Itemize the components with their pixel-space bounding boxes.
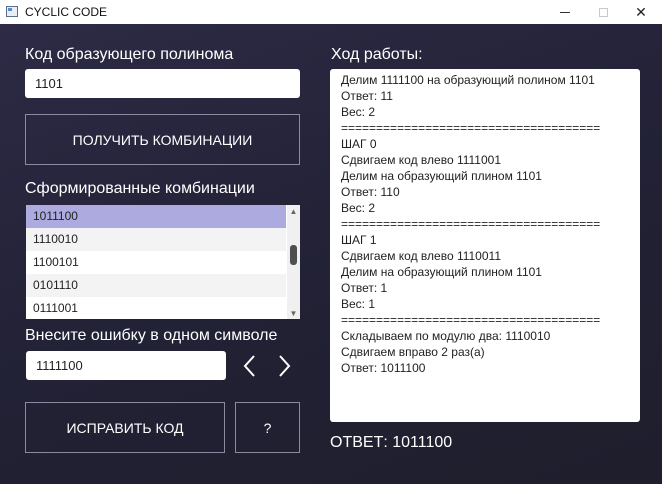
scroll-thumb[interactable] [290, 245, 297, 265]
log-line: ШАГ 0 [341, 137, 377, 151]
error-code-input[interactable]: 1111100 [26, 351, 226, 380]
help-button[interactable]: ? [235, 402, 300, 453]
log-line: Сдвигаем код влево 1111001 [341, 153, 501, 167]
log-line: Вес: 1 [341, 297, 376, 311]
log-line: Складываем по модулю два: 1110010 [341, 329, 551, 343]
log-line: Ответ: 1 [341, 281, 388, 295]
log-line: Делим на образующий плином 1101 [341, 265, 542, 279]
list-item[interactable]: 1011100 [26, 205, 286, 228]
chevron-left-icon[interactable] [238, 352, 262, 380]
polynomial-input[interactable]: 1101 [25, 69, 300, 98]
get-combinations-button[interactable]: ПОЛУЧИТЬ КОМБИНАЦИИ [25, 114, 300, 165]
title-bar: CYCLIC CODE ✕ [0, 0, 662, 24]
list-scrollbar[interactable]: ▲ ▼ [287, 205, 300, 319]
log-line: ===================================== [341, 217, 601, 231]
maximize-icon [598, 7, 608, 17]
main-panel: Код образующего полинома 1101 ПОЛУЧИТЬ К… [0, 24, 662, 484]
list-item[interactable]: 1110010 [26, 228, 286, 251]
minimize-icon [560, 11, 570, 13]
minimize-button[interactable] [546, 0, 584, 24]
log-line: Ответ: 11 [341, 89, 393, 103]
work-log[interactable]: Делим 1111100 на образующий полином 1101… [330, 69, 640, 422]
list-item[interactable]: 1100101 [26, 251, 286, 274]
log-label: Ход работы: [331, 46, 423, 63]
window-title: CYCLIC CODE [25, 5, 108, 19]
answer-label: ОТВЕТ: [330, 434, 388, 451]
log-line: ===================================== [341, 313, 601, 327]
log-line: ===================================== [341, 121, 601, 135]
answer-value: 1011100 [392, 434, 453, 451]
log-line: Вес: 2 [341, 201, 376, 215]
log-line: Сдвигаем вправо 2 раз(а) [341, 345, 485, 359]
log-line: Вес: 2 [341, 105, 376, 119]
list-item[interactable]: 0111001 [26, 297, 286, 319]
close-button[interactable]: ✕ [622, 0, 660, 24]
error-label: Внесите ошибку в одном символе [25, 327, 278, 344]
polynomial-label: Код образующего полинома [25, 46, 234, 63]
chevron-right-icon[interactable] [272, 352, 296, 380]
combinations-list[interactable]: 1011100 1110010 1100101 0101110 0111001 ▲ ▼ [26, 205, 300, 319]
fix-code-button[interactable]: ИСПРАВИТЬ КОД [25, 402, 225, 453]
answer-row: ОТВЕТ: 1011100 [330, 434, 452, 452]
scroll-down-icon[interactable]: ▼ [287, 307, 300, 319]
log-line: ШАГ 1 [341, 233, 377, 247]
log-line: Делим 1111100 на образующий полином 1101 [341, 73, 595, 87]
scroll-up-icon[interactable]: ▲ [287, 205, 300, 217]
combinations-label: Сформированные комбинации [25, 180, 255, 197]
log-line: Ответ: 1011100 [341, 361, 426, 375]
log-line: Ответ: 110 [341, 185, 400, 199]
maximize-button[interactable] [584, 0, 622, 24]
list-item[interactable]: 0101110 [26, 274, 286, 297]
log-line: Делим на образующий плином 1101 [341, 169, 542, 183]
log-line: Сдвигаем код влево 1110011 [341, 249, 501, 263]
app-icon [6, 6, 18, 17]
